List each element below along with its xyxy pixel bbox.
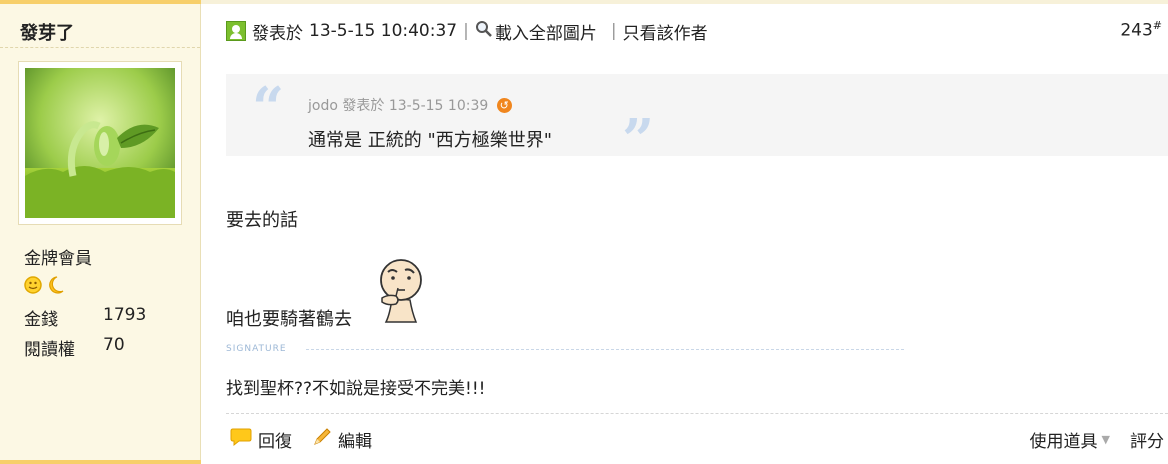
quote-meta: jodo 發表於 13-5-15 10:39 ↺ bbox=[308, 95, 512, 115]
floor-number-value: 243 bbox=[1120, 20, 1153, 41]
quote-author[interactable]: jodo bbox=[308, 98, 338, 114]
posted-label: 發表於 bbox=[252, 23, 303, 44]
post-tools: 使用道具 ▼ 評分 bbox=[1030, 427, 1164, 452]
reply-label: 回復 bbox=[258, 432, 292, 452]
author-sidebar: 發芽了 金牌會員 金錢 1793 閱讀權 70 bbox=[0, 0, 201, 464]
use-tools-menu[interactable]: 使用道具 bbox=[1030, 427, 1098, 452]
header-divider: | bbox=[463, 21, 469, 41]
sun-icon bbox=[24, 276, 42, 294]
goto-post-icon[interactable]: ↺ bbox=[496, 98, 512, 113]
edit-label: 編輯 bbox=[338, 432, 372, 452]
header-divider: | bbox=[610, 21, 617, 41]
message-line: 咱也要騎著鶴去 bbox=[226, 309, 352, 330]
speech-bubble-icon bbox=[230, 427, 252, 452]
load-all-images-link[interactable]: 載入全部圖片 bbox=[495, 19, 597, 44]
chevron-down-icon[interactable]: ▼ bbox=[1102, 433, 1110, 446]
rank-icons bbox=[23, 275, 67, 299]
avatar[interactable] bbox=[25, 68, 175, 218]
reply-button[interactable]: 回復 bbox=[230, 427, 292, 452]
signature-text: 找到聖杯??不如說是接受不完美!!! bbox=[226, 379, 486, 399]
online-user-icon bbox=[226, 21, 246, 41]
pencil-icon bbox=[312, 427, 332, 452]
stat-value: 70 bbox=[103, 335, 125, 355]
avatar-frame[interactable] bbox=[18, 61, 182, 225]
message-line: 要去的話 bbox=[226, 210, 298, 231]
signature-label: SIGNATURE bbox=[226, 344, 287, 354]
stat-read-permission: 閱讀權 70 bbox=[24, 335, 125, 360]
open-quote-icon: “ bbox=[252, 75, 285, 141]
sidebar-divider bbox=[0, 47, 200, 48]
stat-value: 1793 bbox=[103, 305, 147, 325]
post-footer-divider bbox=[226, 413, 1168, 414]
sidebar-top-bar bbox=[0, 0, 201, 4]
stat-label: 閱讀權 bbox=[24, 340, 75, 360]
thinking-face-icon bbox=[376, 258, 428, 324]
member-rank: 金牌會員 bbox=[24, 249, 92, 269]
floor-number[interactable]: 243# bbox=[1120, 19, 1162, 41]
moon-icon bbox=[49, 276, 64, 294]
only-author-link[interactable]: 只看該作者 bbox=[623, 19, 708, 44]
post-header: 發表於 13-5-15 10:40:37 | 載入全部圖片 | 只看該作者 bbox=[226, 19, 708, 44]
quote-block: “ jodo 發表於 13-5-15 10:39 ↺ 通常是 正統的 "西方極樂… bbox=[226, 74, 1168, 168]
sidebar-bottom-bar bbox=[0, 460, 201, 464]
post-actions: 回復 編輯 bbox=[230, 427, 392, 452]
magnifier-icon[interactable] bbox=[475, 20, 493, 43]
stat-money: 金錢 1793 bbox=[24, 305, 146, 330]
quote-time: 13-5-15 10:39 bbox=[388, 98, 489, 114]
quote-text: 通常是 正統的 "西方極樂世界" bbox=[308, 130, 553, 151]
quote-posted-label: 發表於 bbox=[342, 98, 385, 114]
signature-divider bbox=[306, 349, 904, 350]
rate-button[interactable]: 評分 bbox=[1130, 427, 1164, 452]
post-timestamp: 13-5-15 10:40:37 bbox=[309, 21, 458, 41]
edit-button[interactable]: 編輯 bbox=[312, 427, 372, 452]
floor-mark: # bbox=[1152, 19, 1162, 32]
stat-label: 金錢 bbox=[24, 310, 58, 330]
top-accent-bar bbox=[201, 0, 1168, 4]
author-username[interactable]: 發芽了 bbox=[20, 19, 74, 45]
close-quote-icon: ” bbox=[622, 107, 655, 173]
